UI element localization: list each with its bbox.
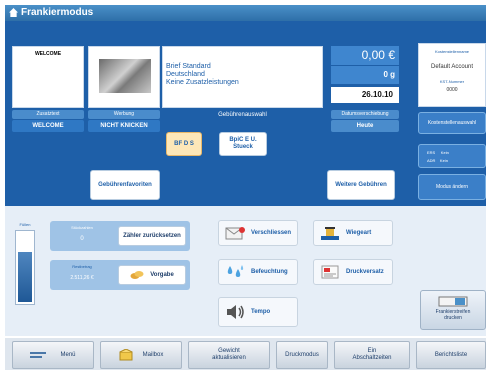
tab-settings-line1: Ein <box>367 348 377 354</box>
verschliessen-button[interactable]: Verschliessen <box>218 220 298 246</box>
fee-favorites-button[interactable]: Gebührenfavoriten <box>90 170 160 200</box>
speaker-icon <box>223 303 247 321</box>
postage-weight: 0 g <box>331 66 399 84</box>
fee-option-1[interactable]: BF D S <box>166 132 202 156</box>
label-print-label: Frankierstreifen drucken <box>435 309 471 321</box>
tab-weight-line1: Gewicht <box>218 348 240 354</box>
account-name: Default Account <box>430 64 474 70</box>
werbung-value[interactable]: NICHT KNICKEN <box>88 120 160 132</box>
tab-update-weight[interactable]: Gewicht aktualisieren <box>188 341 270 369</box>
budget-preset-label: Vorgabe <box>150 272 174 278</box>
fill-gauge <box>15 230 35 305</box>
ad-image <box>99 59 151 93</box>
date-shift-value[interactable]: Heute <box>331 120 399 132</box>
tab-reports[interactable]: Berichtsliste <box>416 341 486 369</box>
werbung-preview[interactable] <box>88 46 160 108</box>
kst-value: 0000 <box>446 87 458 93</box>
account-select-button[interactable]: Kostenstellenauswahl <box>418 112 486 134</box>
tab-mailbox-label: Mailbox <box>142 351 164 358</box>
label-print-button[interactable]: Frankierstreifen drucken <box>420 290 486 330</box>
window-title: Frankiermodus <box>21 7 94 18</box>
water-drops-icon <box>223 263 247 281</box>
counter-panel: Stückzahlen 0 Zähler zurücksetzen <box>50 221 190 251</box>
account-panel: Kostenstellenname Default Account KST-Nu… <box>418 43 486 107</box>
menu-icon <box>30 352 47 358</box>
welcome-preview[interactable]: WELCOME <box>12 46 84 108</box>
zusatztext-label: Zusatztext <box>12 110 84 119</box>
tempo-button[interactable]: Tempo <box>218 297 298 327</box>
counter-label: Stückzahlen <box>71 225 93 230</box>
scale-icon <box>318 224 342 242</box>
befeuchtung-label: Befeuchtung <box>251 269 288 275</box>
wiegeart-button[interactable]: Wiegeart <box>313 220 393 246</box>
label-strip-icon <box>438 296 468 307</box>
date-shift-label: Datumsverschiebung <box>331 110 399 119</box>
budget-panel: Restbetrag 2.511,26 € Vorgabe <box>50 260 190 290</box>
more-fees-button[interactable]: Weitere Gebühren <box>327 170 395 200</box>
druckversatz-button[interactable]: Druckversatz <box>313 259 393 285</box>
tab-mailbox[interactable]: Mailbox <box>100 341 182 369</box>
mailbox-icon <box>119 349 133 361</box>
fee-selection-label: Gebührenauswahl <box>218 112 267 118</box>
zusatztext-value[interactable]: WELCOME <box>12 120 84 132</box>
budget-value: 2.511,26 € <box>70 275 94 281</box>
ers-label: ERS <box>427 150 436 155</box>
envelope-seal-icon <box>223 224 247 242</box>
home-icon <box>9 8 18 17</box>
tab-settings-line2: Abschaltzeiten <box>352 355 392 361</box>
reset-counter-button[interactable]: Zähler zurücksetzen <box>118 226 186 246</box>
welcome-preview-text: WELCOME <box>34 51 62 57</box>
postage-date: 26.10.10 <box>331 87 399 103</box>
product-info[interactable]: Brief Standard Deutschland Keine Zusatzl… <box>162 46 323 108</box>
adr-value: Kein <box>439 158 448 163</box>
counter-value: 0 <box>80 236 84 242</box>
postage-amount: 0,00 € <box>331 46 399 65</box>
budget-preset-button[interactable]: Vorgabe <box>118 265 186 285</box>
tab-menu-label: Menü <box>60 351 76 358</box>
druckversatz-label: Druckversatz <box>346 269 384 275</box>
print-offset-icon <box>318 263 342 281</box>
fill-gauge-level <box>18 252 32 302</box>
product-line-1: Brief Standard <box>166 63 211 70</box>
tab-print-mode-label: Druckmodus <box>285 351 319 358</box>
title-bar: Frankiermodus <box>5 5 486 21</box>
fill-label: Füllen <box>19 222 31 227</box>
tab-shutdown-times[interactable]: Ein Abschaltzeiten <box>334 341 410 369</box>
tempo-label: Tempo <box>251 309 271 315</box>
fee-option-2[interactable]: BpiC E U. Stueck <box>219 132 267 156</box>
verschliessen-label: Verschliessen <box>251 230 292 236</box>
kst-label: KST-Nummer <box>439 79 465 84</box>
ers-value: Kein <box>440 150 449 155</box>
tab-reports-label: Berichtsliste <box>434 351 468 358</box>
ers-adr-panel[interactable]: ERS Kein ADR Kein <box>418 144 486 168</box>
werbung-label: Werbung <box>88 110 160 119</box>
product-line-2: Deutschland <box>166 71 205 78</box>
tab-menu[interactable]: Menü <box>12 341 94 369</box>
tab-print-mode[interactable]: Druckmodus <box>276 341 328 369</box>
mode-change-button[interactable]: Modus ändern <box>418 174 486 200</box>
wiegeart-label: Wiegeart <box>346 230 372 236</box>
product-line-3: Keine Zusatzleistungen <box>166 79 239 86</box>
adr-label: ADR <box>427 158 436 163</box>
coins-icon <box>130 271 144 279</box>
tab-weight-line2: aktualisieren <box>212 355 246 361</box>
budget-label: Restbetrag <box>72 264 92 269</box>
account-label: Kostenstellenname <box>434 49 470 54</box>
befeuchtung-button[interactable]: Befeuchtung <box>218 259 298 285</box>
